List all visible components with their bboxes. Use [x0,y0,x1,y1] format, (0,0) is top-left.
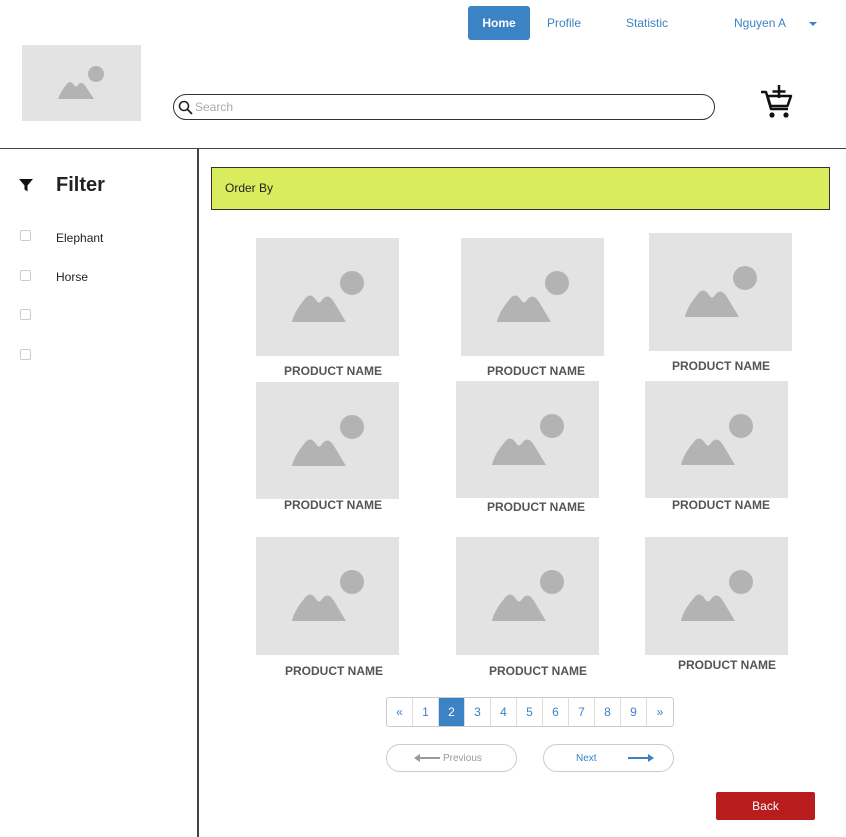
filter-checkbox-3[interactable] [20,309,31,320]
product-name[interactable]: PRODUCT NAME [456,500,616,514]
pagination-page[interactable]: 6 [543,698,569,726]
pagination-last[interactable]: » [647,698,673,726]
arrow-left-icon [414,754,440,762]
pagination-page[interactable]: 5 [517,698,543,726]
image-placeholder-icon [491,413,564,465]
order-by-bar[interactable]: Order By [211,167,830,210]
pagination-page-current[interactable]: 2 [439,698,465,726]
image-placeholder-icon [684,266,757,317]
product-image[interactable] [256,537,399,655]
image-placeholder-icon [57,66,104,99]
previous-label: Previous [443,753,482,764]
chevron-down-icon[interactable] [809,22,817,26]
image-placeholder-icon [291,271,364,322]
pagination-page[interactable]: 7 [569,698,595,726]
product-image[interactable] [645,381,788,498]
filter-icon [19,179,33,192]
nav-statistic-link[interactable]: Statistic [618,6,676,40]
search-icon [178,100,193,115]
logo-image-placeholder [22,45,141,121]
search-placeholder: Search [195,100,234,114]
header: Home Profile Statistic Nguyen A Search [0,0,846,149]
nav-home-button[interactable]: Home [468,6,530,40]
product-image[interactable] [456,381,599,498]
previous-button[interactable]: Previous [386,744,517,772]
filter-checkbox-4[interactable] [20,349,31,360]
pagination-page[interactable]: 9 [621,698,647,726]
filter-label-horse: Horse [56,270,89,284]
product-name[interactable]: PRODUCT NAME [253,364,413,378]
product-image[interactable] [256,382,399,499]
image-placeholder-icon [291,414,364,466]
filter-checkbox-horse[interactable] [20,270,31,281]
product-name[interactable]: PRODUCT NAME [458,664,618,678]
filter-label-elephant: Elephant [56,231,104,245]
filter-sidebar [0,149,199,837]
image-placeholder-icon [680,570,753,621]
product-image[interactable] [649,233,792,351]
product-image[interactable] [645,537,788,655]
product-name[interactable]: PRODUCT NAME [647,658,807,672]
product-name[interactable]: PRODUCT NAME [254,664,414,678]
back-button[interactable]: Back [716,792,815,820]
user-menu[interactable]: Nguyen A [734,6,786,40]
pagination-page[interactable]: 3 [465,698,491,726]
pagination-page[interactable]: 8 [595,698,621,726]
next-button[interactable]: Next [543,744,674,772]
image-placeholder-icon [680,413,753,465]
image-placeholder-icon [491,570,564,621]
filter-title: Filter [56,174,105,196]
product-image[interactable] [461,238,604,356]
product-name[interactable]: PRODUCT NAME [456,364,616,378]
pagination-first[interactable]: « [387,698,413,726]
image-placeholder-icon [496,271,569,322]
product-name[interactable]: PRODUCT NAME [641,498,801,512]
filter-checkbox-elephant[interactable] [20,230,31,241]
image-placeholder-icon [291,570,364,621]
product-name[interactable]: PRODUCT NAME [641,359,801,373]
search-input[interactable]: Search [173,94,715,120]
pagination-page[interactable]: 1 [413,698,439,726]
next-label: Next [576,753,597,764]
order-by-label: Order By [225,181,274,195]
arrow-right-icon [628,754,654,762]
pagination-page[interactable]: 4 [491,698,517,726]
pagination: « 1 2 3 4 5 6 7 8 9 » [386,697,674,727]
product-image[interactable] [256,238,399,356]
cart-add-icon[interactable] [758,84,794,120]
nav-profile-link[interactable]: Profile [540,6,588,40]
product-name[interactable]: PRODUCT NAME [253,498,413,512]
product-image[interactable] [456,537,599,655]
